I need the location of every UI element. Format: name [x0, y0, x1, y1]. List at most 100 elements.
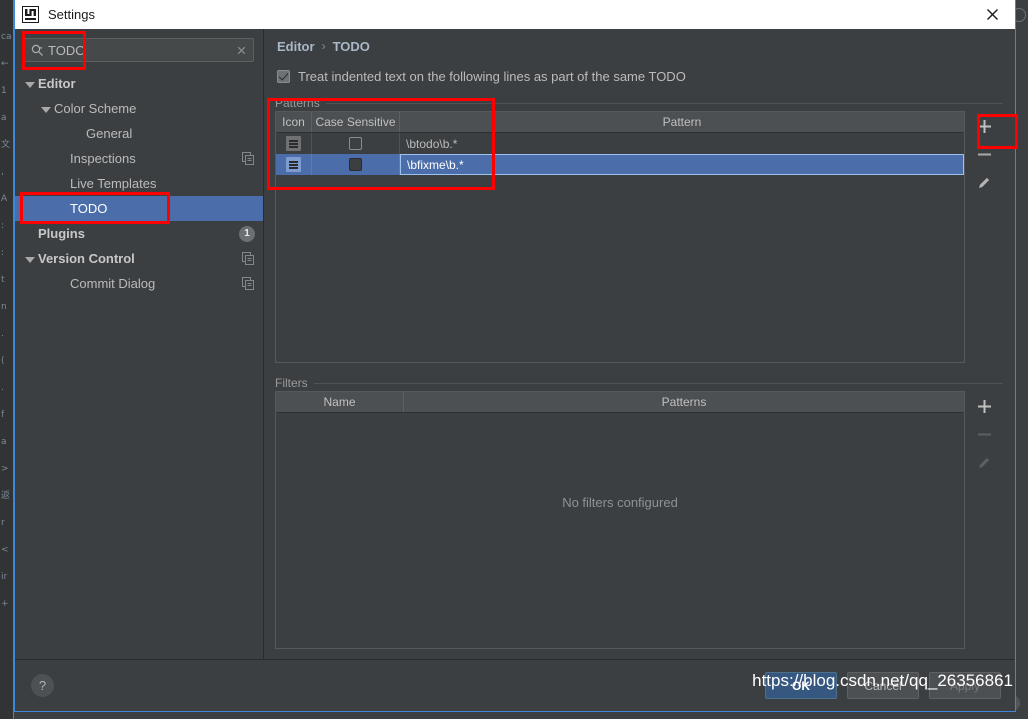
patterns-group-title-text: Patterns [275, 96, 320, 110]
sidebar-item-label: Color Scheme [54, 101, 137, 116]
ide-gutter-char: ← [1, 59, 9, 69]
help-button[interactable]: ? [31, 674, 54, 697]
ide-gutter-char: , [1, 167, 4, 177]
tree-arrow-placeholder [71, 127, 84, 140]
sidebar-item-version-control[interactable]: Version Control [15, 246, 263, 271]
remove-filter-button[interactable] [970, 423, 998, 451]
dialog-body: TODO Editor Color Scheme General Inspection… [15, 29, 1015, 659]
indent-todo-checkbox[interactable] [277, 69, 290, 83]
ok-button[interactable]: OK [765, 672, 837, 699]
sidebar-item-label: Editor [38, 76, 76, 91]
sidebar-item-plugins[interactable]: Plugins 1 [15, 221, 263, 246]
ide-gutter-char: A [1, 194, 8, 204]
ide-gutter-char: : [1, 221, 5, 231]
indent-todo-checkbox-row[interactable]: Treat indented text on the following lin… [275, 63, 1003, 89]
edit-pattern-button[interactable] [970, 171, 998, 199]
sidebar-item-general[interactable]: General [15, 121, 263, 146]
breadcrumb: Editor › TODO [275, 29, 1003, 63]
plugins-count-badge: 1 [239, 225, 255, 242]
filters-group-body: Name Patterns No filters configured [275, 391, 1003, 649]
sidebar-item-editor[interactable]: Editor [15, 71, 263, 96]
cancel-button[interactable]: Cancel [847, 672, 919, 699]
patterns-group-rule [325, 102, 1003, 104]
case-sensitive-checkbox[interactable] [349, 158, 362, 171]
settings-tree[interactable]: Editor Color Scheme General Inspections Live… [15, 62, 263, 659]
sidebar-item-adornment: 1 [239, 225, 255, 242]
filters-table-body[interactable]: No filters configured [276, 413, 964, 648]
pattern-value-cell[interactable]: \btodo\b.* [400, 133, 964, 154]
pattern-value-cell[interactable]: \bfixme\b.* [400, 154, 964, 175]
patterns-toolbar [965, 111, 1003, 363]
filters-empty-message: No filters configured [562, 495, 678, 510]
copy-icon [242, 152, 255, 165]
add-pattern-button[interactable] [970, 115, 998, 143]
ide-gutter-char: 返 [1, 491, 11, 501]
sidebar-item-label: TODO [70, 201, 108, 216]
remove-pattern-button[interactable] [970, 143, 998, 171]
filters-group-rule [313, 382, 1003, 384]
patterns-column-header[interactable]: Icon [276, 112, 312, 132]
chevron-down-icon[interactable] [39, 102, 52, 115]
sidebar-item-color-scheme[interactable]: Color Scheme [15, 96, 263, 121]
patterns-table[interactable]: Icon Case Sensitive Pattern \btodo\b.* \bfi… [275, 111, 965, 363]
filters-column-header[interactable]: Name [276, 392, 404, 412]
pattern-icon-cell[interactable] [276, 133, 312, 154]
sidebar-item-adornment [242, 252, 255, 265]
breadcrumb-separator-icon: › [321, 39, 326, 53]
filters-group: Filters Name Patterns No filters configur… [275, 375, 1003, 649]
table-row[interactable]: \btodo\b.* [276, 133, 964, 154]
sidebar-item-inspections[interactable]: Inspections [15, 146, 263, 171]
pattern-icon-cell[interactable] [276, 154, 312, 175]
tree-arrow-placeholder [55, 202, 68, 215]
ide-gutter-char: 文 [1, 140, 11, 150]
ide-gutter-char: + [1, 599, 9, 609]
sidebar-item-commit-dialog[interactable]: Commit Dialog [15, 271, 263, 296]
sidebar-item-label: Inspections [70, 151, 136, 166]
apply-button[interactable]: Apply [929, 672, 1001, 699]
copy-icon [242, 277, 255, 290]
ide-gutter-char: a [1, 437, 7, 447]
sidebar-item-label: Plugins [38, 226, 85, 241]
ide-gutter-char: . [1, 329, 4, 339]
clear-icon[interactable] [235, 44, 248, 57]
patterns-table-body[interactable]: \btodo\b.* \bfixme\b.* [276, 133, 964, 362]
sidebar-item-label: Version Control [38, 251, 135, 266]
sidebar-item-live-templates[interactable]: Live Templates [15, 171, 263, 196]
filters-group-title: Filters [275, 375, 1003, 391]
case-sensitive-cell[interactable] [312, 133, 400, 154]
ide-gutter-char: > [1, 464, 9, 474]
patterns-table-header: Icon Case Sensitive Pattern [276, 112, 964, 133]
add-filter-button[interactable] [970, 395, 998, 423]
tree-arrow-placeholder [55, 277, 68, 290]
todo-pattern-icon [286, 136, 301, 151]
patterns-column-header[interactable]: Pattern [400, 112, 964, 132]
close-icon[interactable] [969, 0, 1015, 29]
settings-main-panel: Editor › TODO Treat indented text on the… [264, 29, 1015, 659]
filters-table[interactable]: Name Patterns No filters configured [275, 391, 965, 649]
sidebar-item-label: Live Templates [70, 176, 157, 191]
table-row[interactable]: \bfixme\b.* [276, 154, 964, 175]
chevron-down-icon[interactable] [23, 77, 36, 90]
ide-gutter-char: n [1, 302, 7, 312]
minus-icon [976, 426, 993, 448]
sidebar-item-todo[interactable]: TODO [15, 196, 263, 221]
edit-filter-button[interactable] [970, 451, 998, 479]
sidebar-item-label: General [86, 126, 133, 141]
sidebar-item-label: Commit Dialog [70, 276, 156, 291]
tree-arrow-placeholder [55, 177, 68, 190]
chevron-down-icon[interactable] [23, 252, 36, 265]
search-input[interactable]: TODO [24, 38, 254, 62]
breadcrumb-parent[interactable]: Editor [277, 39, 315, 54]
filters-table-header: Name Patterns [276, 392, 964, 413]
ide-gutter-char: 1 [1, 86, 7, 96]
indent-todo-checkbox-label: Treat indented text on the following lin… [298, 68, 686, 84]
patterns-column-header[interactable]: Case Sensitive [312, 112, 400, 132]
case-sensitive-checkbox[interactable] [349, 137, 362, 150]
filters-column-header[interactable]: Patterns [404, 392, 964, 412]
ide-gutter-char: r [1, 518, 5, 528]
case-sensitive-cell[interactable] [312, 154, 400, 175]
todo-pattern-icon [286, 157, 301, 172]
ide-gutter-char: . [1, 383, 4, 393]
plus-icon [976, 398, 993, 420]
sidebar-item-adornment [242, 152, 255, 165]
